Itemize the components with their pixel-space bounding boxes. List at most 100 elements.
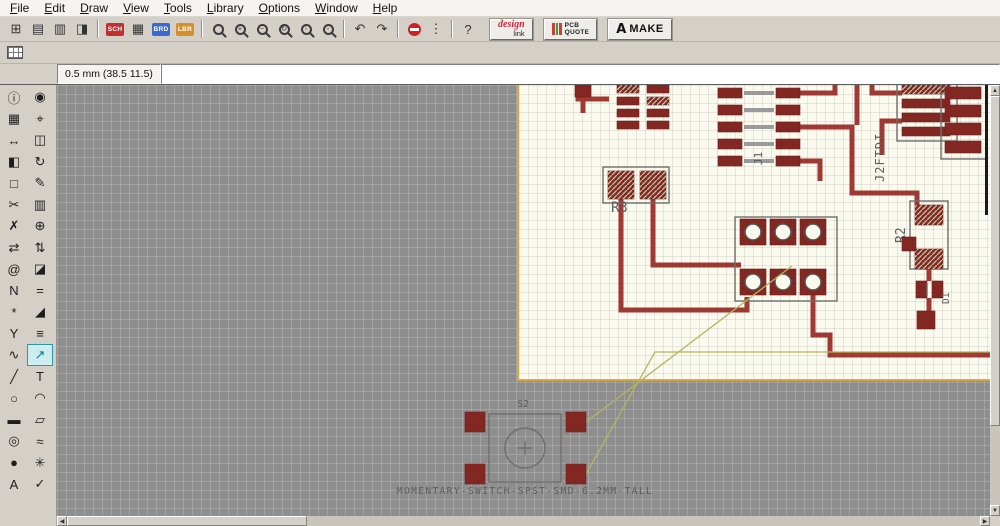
cut-tool[interactable]: ✂ xyxy=(2,195,26,215)
zoom-select-button[interactable]: ▫ xyxy=(296,19,316,39)
print-button[interactable]: ▥ xyxy=(50,19,70,39)
scroll-up-button[interactable]: ▲ xyxy=(990,85,1000,96)
polygon-tool[interactable]: ▱ xyxy=(28,410,52,430)
smash-tool[interactable]: * xyxy=(2,302,26,322)
coordinate-bar: 0.5 mm (38.5 11.5) xyxy=(0,64,1000,85)
display-tool[interactable]: ▦ xyxy=(2,109,26,129)
pinswap-tool[interactable]: ⇄ xyxy=(2,238,26,258)
scroll-down-button[interactable]: ▼ xyxy=(990,505,1000,516)
mirror-tool[interactable]: ◧ xyxy=(2,152,26,172)
menu-options[interactable]: Options xyxy=(252,0,308,16)
zoom-in-button[interactable]: + xyxy=(230,19,250,39)
toolbar2-icons xyxy=(4,43,26,63)
miter-tool[interactable]: ◢ xyxy=(28,302,52,322)
arc-tool[interactable]: ◠ xyxy=(28,388,52,408)
move-tool[interactable]: ↔ xyxy=(2,130,26,150)
board-canvas[interactable]: J1 R3 J2FTDI R2 D1 S2 MOMENTARY-SWITCH-S… xyxy=(57,85,990,516)
library-badge-button[interactable]: LBR xyxy=(176,22,194,36)
text-tool[interactable]: T xyxy=(28,367,52,387)
split-tool[interactable]: Y xyxy=(2,324,26,344)
signal-tool[interactable]: ≈ xyxy=(28,431,52,451)
info-tool[interactable]: ⓘ xyxy=(2,87,26,107)
stop-button[interactable] xyxy=(404,19,424,39)
design-link-word-link: link xyxy=(513,29,525,39)
value-tool[interactable]: = xyxy=(28,281,52,301)
optimize-tool[interactable]: ≡ xyxy=(28,324,52,344)
grid-icon xyxy=(7,46,23,59)
design-link-label: design link xyxy=(498,20,525,38)
bottom-right-corner xyxy=(990,516,1000,526)
design-link-button[interactable]: design link xyxy=(490,18,533,40)
add-tool[interactable]: ⊕ xyxy=(28,216,52,236)
pcb-quote-line2: QUOTE xyxy=(564,29,590,36)
drc-tool[interactable]: ✓ xyxy=(28,474,52,494)
ripup-tool[interactable]: ↗ xyxy=(27,344,53,366)
more-button[interactable]: ⋮ xyxy=(426,19,446,39)
make-label: MAKE xyxy=(629,23,664,35)
horizontal-scroll-thumb[interactable] xyxy=(67,516,307,526)
s2-refdes-label: S2 xyxy=(517,399,529,410)
zoom-last-button[interactable]: ◦ xyxy=(318,19,338,39)
hole-tool[interactable]: ● xyxy=(2,453,26,473)
lock-tool[interactable]: ◪ xyxy=(28,259,52,279)
pcb-quote-line1: PCB xyxy=(564,21,580,29)
menu-window[interactable]: Window xyxy=(308,0,366,16)
command-input[interactable] xyxy=(160,64,1000,84)
menu-help[interactable]: Help xyxy=(366,0,406,16)
via-tool[interactable]: ◎ xyxy=(2,431,26,451)
scroll-left-button[interactable]: ◀ xyxy=(57,516,67,526)
menubar: File Edit Draw View Tools Library Options Windo… xyxy=(0,0,1000,17)
menu-view[interactable]: View xyxy=(116,0,157,16)
open-button[interactable]: ⊞ xyxy=(6,19,26,39)
circle-tool[interactable]: ○ xyxy=(2,388,26,408)
copy-tool[interactable]: ◫ xyxy=(28,130,52,150)
save-button[interactable]: ▤ xyxy=(28,19,48,39)
menu-file[interactable]: File xyxy=(3,0,37,16)
toolbar-separator xyxy=(343,20,345,38)
horizontal-scroll-track[interactable] xyxy=(307,516,980,526)
group-tool[interactable]: □ xyxy=(2,173,26,193)
menu-library[interactable]: Library xyxy=(200,0,252,16)
show-tool[interactable]: ◉ xyxy=(28,87,52,107)
delete-tool[interactable]: ✗ xyxy=(2,216,26,236)
vertical-scrollbar[interactable]: ▲ ▼ xyxy=(990,85,1000,516)
secondary-toolbar xyxy=(0,42,1000,64)
replace-tool[interactable]: ⇅ xyxy=(28,238,52,258)
toolbar-separator xyxy=(397,20,399,38)
menu-tools[interactable]: Tools xyxy=(157,0,200,16)
toolbar-icons: ⊞ ▤ ▥ ◨ SCH ▦ BRD LBR + − ↻ ▫ ◦ ↶ ↷ ⋮? xyxy=(5,19,479,39)
zoom-out-button[interactable]: − xyxy=(252,19,272,39)
toolbar-separator xyxy=(451,20,453,38)
grid-settings-button[interactable] xyxy=(5,43,25,63)
paste-tool[interactable]: ▥ xyxy=(28,195,52,215)
help-button[interactable]: ? xyxy=(458,19,478,39)
vertical-scroll-thumb[interactable] xyxy=(990,96,1000,426)
name-tool[interactable]: N xyxy=(2,281,26,301)
board-badge-button[interactable]: BRD xyxy=(152,22,170,36)
mark-tool[interactable]: ⌖ xyxy=(28,109,52,129)
undo-button[interactable]: ↶ xyxy=(350,19,370,39)
route-tool[interactable]: ∿ xyxy=(2,345,26,365)
wire-tool[interactable]: ╱ xyxy=(2,367,26,387)
menu-edit[interactable]: Edit xyxy=(37,0,73,16)
scroll-right-button[interactable]: ▶ xyxy=(980,516,990,526)
rotate-tool[interactable]: ↻ xyxy=(28,152,52,172)
cam-processor-button[interactable]: ◨ xyxy=(72,19,92,39)
make-logo-icon: A xyxy=(616,21,627,37)
rect-tool[interactable]: ▬ xyxy=(2,410,26,430)
change-tool[interactable]: ✎ xyxy=(28,173,52,193)
pcb-quote-button[interactable]: PCB QUOTE xyxy=(543,18,598,40)
vertical-scroll-track[interactable] xyxy=(990,426,1000,505)
auto-route-tool[interactable]: A xyxy=(2,474,26,494)
toolbar-separator xyxy=(97,20,99,38)
ratsnest-tool[interactable]: ✳ xyxy=(28,453,52,473)
zoom-fit-button[interactable] xyxy=(208,19,228,39)
redo-button[interactable]: ↷ xyxy=(372,19,392,39)
schematic-badge-button[interactable]: SCH xyxy=(106,22,124,36)
make-button[interactable]: A MAKE xyxy=(608,18,672,40)
zoom-redraw-button[interactable]: ↻ xyxy=(274,19,294,39)
coordinate-display: 0.5 mm (38.5 11.5) xyxy=(57,64,161,84)
menu-draw[interactable]: Draw xyxy=(73,0,116,16)
grid-badge-button[interactable]: ▦ xyxy=(128,19,148,39)
attribute-tool[interactable]: @ xyxy=(2,259,26,279)
